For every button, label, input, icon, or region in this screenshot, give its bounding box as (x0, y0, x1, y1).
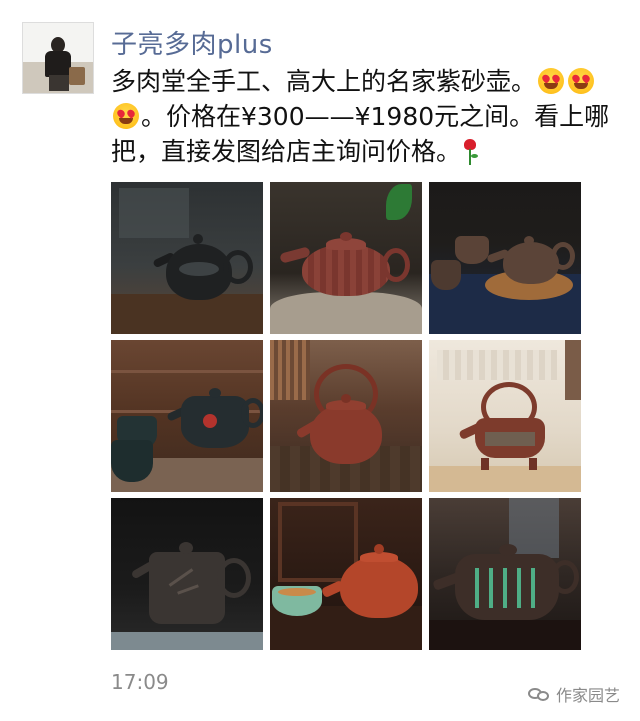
watermark-text: 作家园艺 (555, 686, 620, 705)
heart-eyes-emoji-icon (568, 68, 595, 94)
photo-grid (111, 182, 581, 650)
post-timestamp: 17:09 (111, 670, 169, 694)
author-name[interactable]: 子亮多肉plus (111, 24, 273, 61)
avatar-person-torso (45, 51, 71, 77)
watermark: 作家园艺 (527, 682, 620, 706)
post-text-part1: 多肉堂全手工、高大上的名家紫砂壶。 (111, 67, 537, 96)
post-text-part2: 。价格在¥300——¥1980元之间。看上哪把，直接发图给店主询问价格。 (111, 102, 610, 166)
photo-thumbnail[interactable] (111, 182, 263, 334)
photo-thumbnail[interactable] (111, 498, 263, 650)
avatar-person-legs (49, 75, 69, 91)
avatar[interactable] (22, 22, 94, 94)
photo-thumbnail[interactable] (429, 182, 581, 334)
avatar-bag (69, 67, 85, 85)
photo-thumbnail[interactable] (270, 182, 422, 334)
heart-eyes-emoji-icon (538, 68, 565, 94)
rose-icon (461, 138, 479, 166)
photo-thumbnail[interactable] (429, 498, 581, 650)
photo-thumbnail[interactable] (429, 340, 581, 492)
photo-thumbnail[interactable] (111, 340, 263, 492)
post-text: 多肉堂全手工、高大上的名家紫砂壶。。价格在¥300——¥1980元之间。看上哪把… (111, 64, 611, 169)
chat-bubbles-icon (527, 685, 550, 703)
photo-thumbnail[interactable] (270, 498, 422, 650)
photo-thumbnail[interactable] (270, 340, 422, 492)
heart-eyes-emoji-icon (113, 103, 139, 129)
